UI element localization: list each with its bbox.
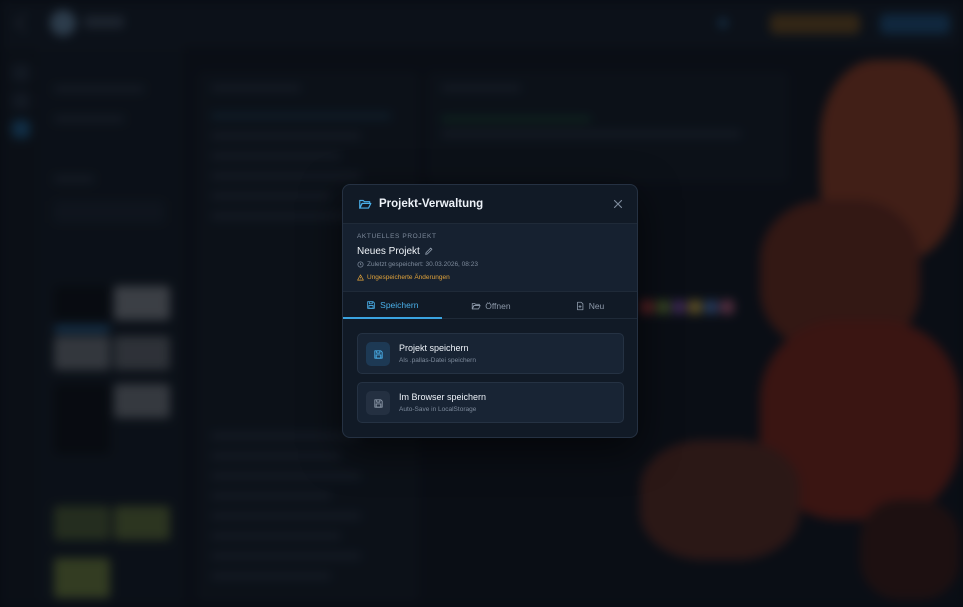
section-label: AKTUELLES PROJEKT <box>357 233 437 240</box>
unsaved-text: Ungespeicherte Änderungen <box>367 274 450 281</box>
folder-open-icon <box>359 199 372 209</box>
current-project-section: AKTUELLES PROJEKT Neues Projekt Zuletzt … <box>343 224 637 292</box>
card-icon-box <box>366 342 390 366</box>
dialog-header: Projekt-Verwaltung <box>343 185 637 224</box>
tab-label: Speichern <box>380 299 419 310</box>
new-file-icon <box>576 301 584 310</box>
tab-label: Neu <box>588 300 605 311</box>
save-project-file-button[interactable]: Projekt speichern Als .pallas-Datei spei… <box>357 333 624 374</box>
warning-icon <box>357 274 364 281</box>
folder-icon <box>472 302 481 309</box>
save-icon <box>373 398 383 408</box>
action-title: Im Browser speichern <box>399 392 487 402</box>
last-saved-info: Zuletzt gespeichert: 30.03.2026, 08:23 <box>357 261 478 268</box>
tab-new[interactable]: Neu <box>540 292 637 319</box>
tab-label: Öffnen <box>485 300 511 311</box>
tab-open[interactable]: Öffnen <box>442 292 541 319</box>
clock-icon <box>357 261 364 268</box>
save-icon <box>367 300 375 309</box>
action-subtitle: Als .pallas-Datei speichern <box>399 357 476 364</box>
pencil-icon[interactable] <box>424 246 434 256</box>
unsaved-warning: Ungespeicherte Änderungen <box>357 274 450 281</box>
save-in-browser-button[interactable]: Im Browser speichern Auto-Save in LocalS… <box>357 382 624 423</box>
card-icon-box <box>366 391 390 415</box>
project-name: Neues Projekt <box>357 246 420 257</box>
dialog-title: Projekt-Verwaltung <box>379 198 484 210</box>
project-management-dialog: Projekt-Verwaltung AKTUELLES PROJEKT Neu… <box>342 184 638 438</box>
tab-save[interactable]: Speichern <box>343 292 442 319</box>
action-title: Projekt speichern <box>399 343 469 353</box>
close-icon[interactable] <box>611 197 625 211</box>
dialog-tabs: Speichern Öffnen Neu <box>343 292 637 319</box>
app-screen: Projekt-Verwaltung AKTUELLES PROJEKT Neu… <box>0 0 963 607</box>
save-icon <box>373 349 383 359</box>
action-subtitle: Auto-Save in LocalStorage <box>399 406 477 413</box>
last-saved-text: Zuletzt gespeichert: 30.03.2026, 08:23 <box>367 261 478 268</box>
